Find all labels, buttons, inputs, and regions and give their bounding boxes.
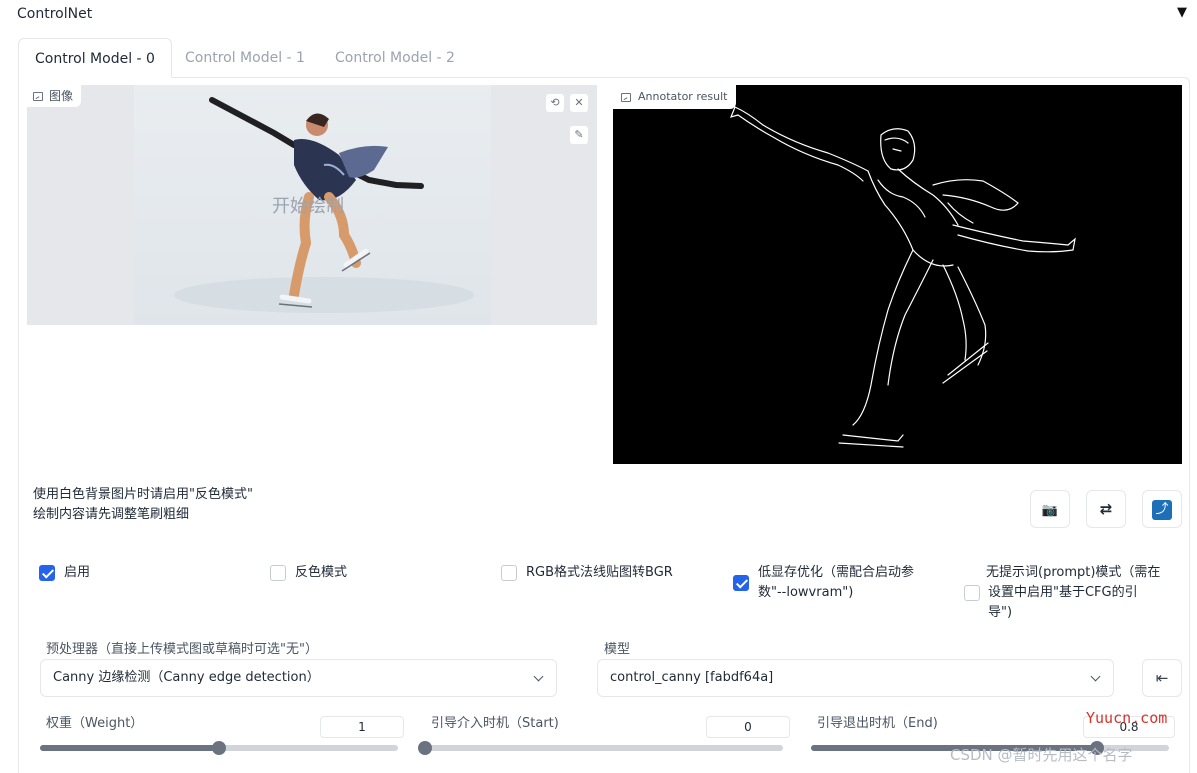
- start-label: 引导介入时机（Start): [431, 716, 559, 731]
- enable-checkbox[interactable]: 启用: [39, 563, 90, 583]
- annotator-result-label: Annotator result: [613, 85, 737, 109]
- lowvram-label-line2: 数"--lowvram"): [758, 585, 854, 600]
- collapse-arrow-icon[interactable]: ▼: [1177, 5, 1187, 20]
- weight-slider-fill: [40, 745, 219, 751]
- lowvram-label: 低显存优化（需配合启动参 数"--lowvram"): [758, 563, 914, 603]
- clear-icon[interactable]: ✕: [569, 93, 589, 113]
- accordion-title: ControlNet: [17, 6, 93, 22]
- site-watermark: Yuucn.com: [1086, 709, 1168, 727]
- preprocessor-select[interactable]: Canny 边缘检测（Canny edge detection）: [40, 659, 557, 697]
- undo-icon[interactable]: ⟲: [545, 93, 565, 113]
- invert-checkbox[interactable]: 反色模式: [270, 563, 347, 583]
- weight-label: 权重（Weight）: [46, 716, 144, 731]
- rgb-to-bgr-checkbox-box[interactable]: [501, 565, 517, 581]
- model-select[interactable]: control_canny [fabdf64a]: [597, 659, 1114, 697]
- refresh-model-button[interactable]: ⇤: [1142, 659, 1182, 697]
- start-slider[interactable]: [418, 741, 783, 755]
- draw-hint: 开始绘制: [272, 196, 344, 217]
- preprocessor-value: Canny 边缘检测（Canny edge detection）: [53, 670, 320, 685]
- guess-mode-checkbox-box[interactable]: [964, 585, 980, 601]
- send-button[interactable]: ⤴: [1142, 490, 1182, 528]
- preprocessor-label: 预处理器（直接上传模式图或草稿时可选"无"）: [46, 642, 318, 657]
- lowvram-checkbox-box[interactable]: [733, 575, 749, 591]
- invert-label: 反色模式: [295, 565, 348, 580]
- weight-input[interactable]: 1: [320, 716, 404, 738]
- camera-button[interactable]: 📷: [1030, 490, 1070, 528]
- rgb-to-bgr-label: RGB格式法线贴图转BGR: [526, 565, 673, 580]
- image-icon: [621, 92, 631, 102]
- guess-mode-label-line1: 无提示词(prompt)模式（需在: [986, 565, 1161, 580]
- guess-mode-label-line2: 设置中启用"基于CFG的引: [988, 585, 1138, 600]
- inverse-mode-hint: 使用白色背景图片时请启用"反色模式": [33, 487, 253, 502]
- weight-slider[interactable]: [40, 741, 398, 755]
- invert-checkbox-box[interactable]: [270, 565, 286, 581]
- model-value: control_canny [fabdf64a]: [610, 670, 774, 685]
- guess-mode-label: 无提示词(prompt)模式（需在 设置中启用"基于CFG的引 导"): [986, 563, 1161, 623]
- end-label: 引导退出时机（End): [817, 716, 938, 731]
- weight-slider-thumb[interactable]: [212, 741, 226, 755]
- image-label-text: 图像: [49, 89, 74, 103]
- chevron-down-icon: [1090, 671, 1101, 682]
- tab-control-model-2[interactable]: Control Model - 2: [319, 38, 471, 78]
- image-label: 图像: [27, 85, 82, 107]
- guess-mode-checkbox[interactable]: 无提示词(prompt)模式（需在 设置中启用"基于CFG的引 导"): [964, 563, 1160, 623]
- lowvram-checkbox[interactable]: 低显存优化（需配合启动参 数"--lowvram"): [733, 563, 914, 603]
- canny-edge-illustration: [729, 106, 1076, 448]
- start-input[interactable]: 0: [706, 716, 790, 738]
- annotator-result: Annotator result: [613, 85, 1182, 464]
- image-canvas[interactable]: 图像 开始绘制 ⟲ ✕ ✎: [27, 85, 597, 325]
- tab-control-model-0[interactable]: Control Model - 0: [18, 38, 172, 78]
- swap-button[interactable]: ⇄: [1086, 490, 1126, 528]
- controlnet-accordion-header[interactable]: ControlNet ▼: [0, 0, 1197, 30]
- brush-icon[interactable]: ✎: [569, 125, 589, 145]
- annotator-result-label-text: Annotator result: [638, 90, 728, 103]
- image-icon: [33, 91, 43, 101]
- enable-label: 启用: [64, 565, 91, 580]
- brush-size-hint: 绘制内容请先调整笔刷粗细: [33, 507, 190, 522]
- csdn-watermark: CSDN @暂时先用这个名字: [950, 746, 1133, 764]
- start-slider-thumb[interactable]: [418, 741, 432, 755]
- enable-checkbox-box[interactable]: [39, 565, 55, 581]
- model-label: 模型: [604, 642, 631, 657]
- lowvram-label-line1: 低显存优化（需配合启动参: [758, 565, 915, 580]
- rgb-to-bgr-checkbox[interactable]: RGB格式法线贴图转BGR: [501, 563, 673, 583]
- send-icon: ⤴: [1152, 499, 1172, 520]
- tab-control-model-1[interactable]: Control Model - 1: [169, 38, 321, 78]
- camera-icon: 📷: [1041, 503, 1059, 518]
- swap-icon: ⇄: [1099, 500, 1113, 518]
- guess-mode-label-line3: 导"): [988, 605, 1013, 620]
- chevron-down-icon: [533, 671, 544, 682]
- send-to-end-icon: ⇤: [1155, 669, 1169, 687]
